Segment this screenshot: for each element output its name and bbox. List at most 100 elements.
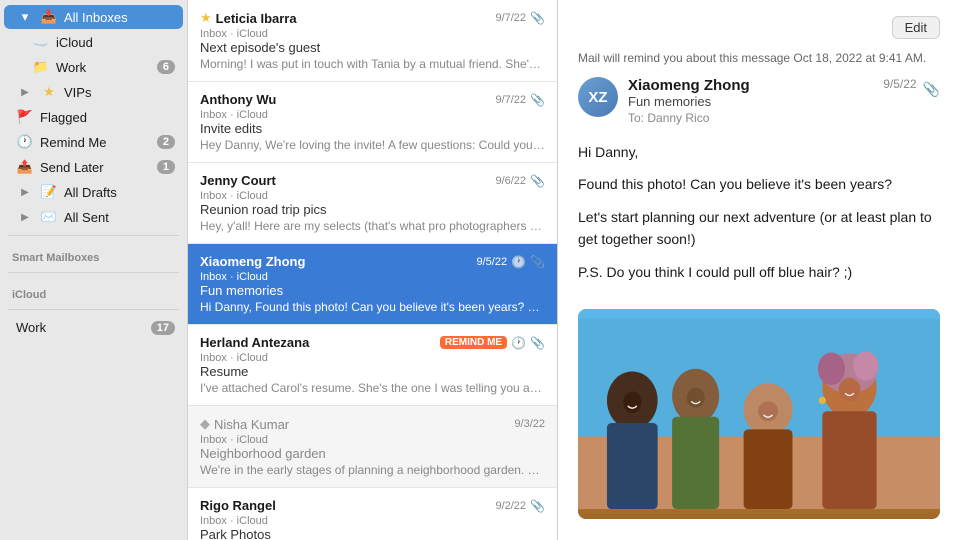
email-sender: Anthony Wu (200, 92, 276, 107)
sent-icon: ✉️ (40, 209, 58, 225)
attachment-icon: 📎 (530, 255, 545, 269)
attached-photo (578, 309, 940, 519)
chevron-right-icon: ▶ (16, 212, 34, 223)
sidebar-item-work-mailbox[interactable]: Work 17 (4, 316, 183, 339)
email-meta: Inbox · iCloud (200, 28, 545, 40)
email-sender: Leticia Ibarra (216, 11, 297, 26)
attachment-icon: 📎 (923, 81, 940, 98)
email-subject: Neighborhood garden (200, 446, 545, 461)
email-subject: Invite edits (200, 121, 545, 136)
email-sender: Nisha Kumar (214, 417, 289, 432)
detail-subject: Fun memories (628, 94, 873, 109)
email-sender: Herland Antezana (200, 335, 309, 350)
remind-me-badge: 2 (157, 135, 175, 149)
attachment-icon: 📎 (530, 499, 545, 513)
sidebar-item-label: iCloud (56, 35, 175, 50)
drafts-icon: 📝 (40, 184, 58, 200)
email-meta: Inbox · iCloud (200, 434, 545, 446)
star-icon: ★ (40, 84, 58, 100)
detail-date: 9/5/22 (883, 77, 916, 91)
to-label: To: (628, 111, 644, 125)
icloud-label: iCloud (0, 279, 187, 303)
detail-header: XZ Xiaomeng Zhong Fun memories To: Danny… (578, 77, 940, 125)
email-preview: Hi Danny, Found this photo! Can you beli… (200, 300, 545, 314)
detail-body: Hi Danny, Found this photo! Can you beli… (578, 141, 940, 293)
sidebar-item-label: Work (56, 60, 157, 75)
email-meta: Inbox · iCloud (200, 352, 545, 364)
email-item-5[interactable]: Herland Antezana REMIND ME 🕐 📎 Inbox · i… (188, 325, 557, 406)
sidebar-item-icloud[interactable]: ☁️ iCloud (4, 30, 183, 54)
avatar-initials: XZ (588, 89, 607, 106)
chevron-down-icon: ▾ (16, 9, 34, 25)
email-item-7[interactable]: Rigo Rangel 9/2/22 📎 Inbox · iCloud Park… (188, 488, 557, 540)
email-header-1: ★ Leticia Ibarra 9/7/22 📎 (200, 10, 545, 26)
email-meta: Inbox · iCloud (200, 109, 545, 121)
sidebar-item-label: All Drafts (64, 185, 175, 200)
email-date: 9/5/22 (477, 256, 508, 268)
reminder-text: Mail will remind you about this message … (578, 51, 940, 65)
email-preview: Hey Danny, We're loving the invite! A fe… (200, 138, 545, 152)
email-subject: Resume (200, 364, 545, 379)
email-header-5: Herland Antezana REMIND ME 🕐 📎 (200, 335, 545, 350)
photo-svg (578, 309, 940, 519)
email-header-7: Rigo Rangel 9/2/22 📎 (200, 498, 545, 513)
sidebar-item-all-drafts[interactable]: ▶ 📝 All Drafts (4, 180, 183, 204)
email-preview: Hey, y'all! Here are my selects (that's … (200, 219, 545, 233)
detail-top-bar: Edit (578, 16, 940, 39)
attachment-icon: 🕐 (511, 255, 526, 269)
tray-icon: 📥 (40, 9, 58, 25)
email-date: 9/2/22 (495, 500, 526, 512)
email-date: 9/7/22 (495, 12, 526, 24)
sidebar-item-remind-me[interactable]: 🕐 Remind Me 2 (4, 130, 183, 154)
star-icon: ★ (200, 10, 212, 26)
flag-icon: 🚩 (16, 109, 34, 125)
divider-smart (8, 235, 179, 236)
sender-name: Xiaomeng Zhong (628, 77, 873, 94)
clock-icon: 🕐 (511, 336, 526, 350)
attachment-icon: 📎 (530, 336, 545, 350)
remind-badge: REMIND ME (440, 336, 507, 349)
sidebar-item-label: All Inboxes (64, 10, 175, 25)
send-later-icon: 📤 (16, 159, 34, 175)
email-item-1[interactable]: ★ Leticia Ibarra 9/7/22 📎 Inbox · iCloud… (188, 0, 557, 82)
body-line2: Let's start planning our next adventure … (578, 206, 940, 251)
smart-mailboxes-label: Smart Mailboxes (0, 242, 187, 266)
chevron-right-icon: ▶ (16, 187, 34, 198)
email-list: ★ Leticia Ibarra 9/7/22 📎 Inbox · iCloud… (188, 0, 558, 540)
edit-button[interactable]: Edit (892, 16, 940, 39)
sidebar-item-flagged[interactable]: 🚩 Flagged (4, 105, 183, 129)
work-mailbox-badge: 17 (151, 321, 175, 335)
attachment-icon: 📎 (530, 93, 545, 107)
email-item-2[interactable]: Anthony Wu 9/7/22 📎 Inbox · iCloud Invit… (188, 82, 557, 163)
email-sender: Xiaomeng Zhong (200, 254, 305, 269)
cloud-icon: ☁️ (32, 34, 50, 50)
body-line3: P.S. Do you think I could pull off blue … (578, 261, 940, 283)
sidebar: ▾ 📥 All Inboxes ☁️ iCloud 📁 Work 6 ▶ ★ V… (0, 0, 188, 540)
email-meta: Inbox · iCloud (200, 190, 545, 202)
sidebar-item-all-inboxes[interactable]: ▾ 📥 All Inboxes (4, 5, 183, 29)
email-item-3[interactable]: Jenny Court 9/6/22 📎 Inbox · iCloud Reun… (188, 163, 557, 244)
sidebar-item-label: Work (16, 320, 151, 335)
email-subject: Park Photos (200, 527, 545, 540)
email-date: 9/3/22 (514, 418, 545, 430)
email-subject: Fun memories (200, 283, 545, 298)
to-name: Danny Rico (647, 111, 709, 125)
email-preview: I've attached Carol's resume. She's the … (200, 381, 545, 395)
sidebar-item-work-sub[interactable]: 📁 Work 6 (4, 55, 183, 79)
clock-icon: 🕐 (16, 134, 34, 150)
dot-icon: ◆ (200, 416, 210, 432)
email-subject: Next episode's guest (200, 40, 545, 55)
email-item-6[interactable]: ◆ Nisha Kumar 9/3/22 Inbox · iCloud Neig… (188, 406, 557, 488)
sender-info: Xiaomeng Zhong Fun memories To: Danny Ri… (628, 77, 873, 125)
email-sender: Rigo Rangel (200, 498, 276, 513)
sidebar-item-all-sent[interactable]: ▶ ✉️ All Sent (4, 205, 183, 229)
attachment-icon: 📎 (530, 11, 545, 25)
sidebar-item-vips[interactable]: ▶ ★ VIPs (4, 80, 183, 104)
send-later-badge: 1 (157, 160, 175, 174)
sidebar-item-send-later[interactable]: 📤 Send Later 1 (4, 155, 183, 179)
sidebar-item-label: Remind Me (40, 135, 157, 150)
divider-icloud (8, 272, 179, 273)
email-item-4[interactable]: Xiaomeng Zhong 9/5/22 🕐 📎 Inbox · iCloud… (188, 244, 557, 325)
email-subject: Reunion road trip pics (200, 202, 545, 217)
email-preview: We're in the early stages of planning a … (200, 463, 545, 477)
